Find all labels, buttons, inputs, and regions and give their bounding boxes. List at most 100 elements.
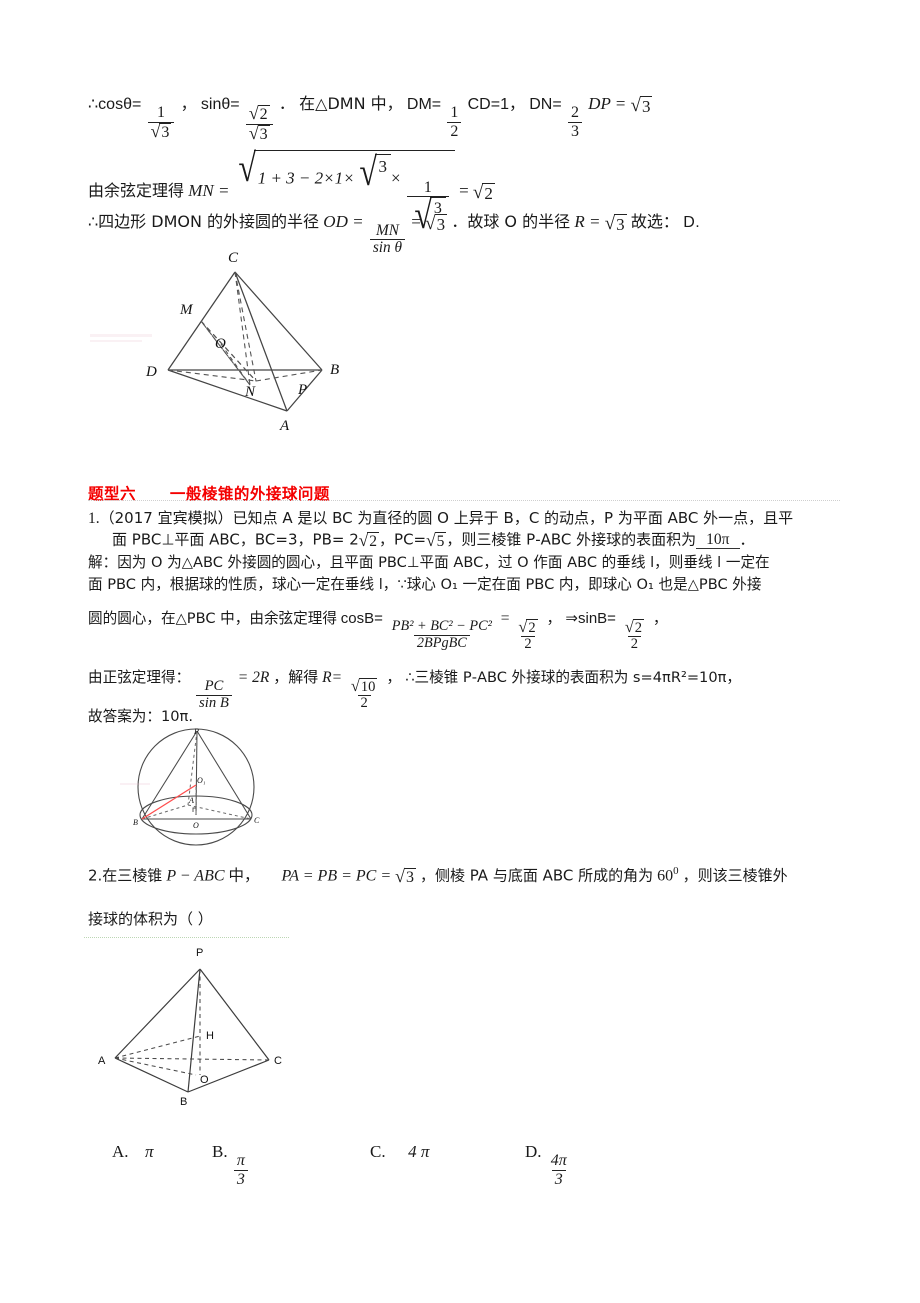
r-label: R = [574,212,601,231]
fraction-sqrt10-over-2: √ 10 2 [350,676,378,712]
fraction-sqrt2-over-2-b: √ 2 2 [624,617,645,653]
problem1-solution-line2: 面 PBC 内，根据球的性质，球心一定在垂线 l，∵球心 O₁ 一定在面 PBC… [88,577,761,593]
sqrt-3-dn: √ 3 [630,94,653,116]
fraction-sqrt2-over-2-a: √ 2 2 [518,617,538,653]
option-A-key: A. [112,1142,129,1161]
mn-label: MN = [188,180,230,200]
cosine-rule-lead: 圆的圆心，在△PBC 中，由余弦定理得 [88,610,337,627]
fraction-cosB: PB² + BC² − PC² 2BPgBC [391,618,492,651]
problem2-question-text: 接球的体积为（ ） [88,910,213,928]
pabc-label-B: B [180,1096,187,1108]
sqrt-5-pc: √ 5 [426,531,447,550]
sphere-label-C: C [254,816,260,825]
eq-cosB: = [500,610,510,627]
option-A-value: π [145,1142,154,1161]
option-D-fraction: 4π 3 [550,1152,567,1188]
sinB-label: ⇒sinB= [565,610,616,627]
sin-theta-lead: sinθ= [200,96,240,113]
problem1-stem-c: ，PC= [379,530,427,549]
sphere-label-P: P [193,727,199,736]
sphere-label-O1: O₁ [197,776,206,785]
problem1-stem-line1: 1.（2017 宜宾模拟）已知点 A 是以 BC 为直径的圆 O 上异于 B，C… [88,511,793,527]
figure-tetrahedron-dmon: C M O D B N P A [60,248,390,440]
problem2-angle-text: ，侧棱 PA 与底面 ABC 所成的角为 [419,866,654,885]
problem1-number: 1. [88,510,100,527]
dm-label: DM= [406,96,442,113]
fraction-2-over-3: 2 3 [567,104,582,140]
problem1-stem-end: ． [739,530,755,549]
vertex-label-B: B [330,362,339,378]
fraction-1-over-sqrt3: 1 √ 3 [147,104,175,142]
cosB-label: cosB= [340,610,383,627]
R-label: R= [322,669,343,686]
problem1-stem-line2: 面 PBC⊥平面 ABC，BC=3，PB= 2 √ 2 ，PC= √ 5 ，则三棱锥 P‑A… [112,530,755,550]
fraction-sqrt2-over-sqrt3: √ 2 √ 3 [245,104,273,144]
problem1-solution-line5: 故答案为：10π. [88,708,193,725]
answer-d: D. [683,214,701,231]
figure-sphere-circumscribed: P O₁ A B O C [96,727,306,849]
vertex-label-O: O [215,336,226,352]
final-answer-text: 故答案为：10π. [88,708,193,725]
pabc-label-A: A [98,1055,106,1067]
dn-tail: DP = [588,94,627,113]
problem1-solution-line1: 解：因为 O 为△ABC 外接圆的圆心，且平面 PBC⊥平面 ABC，过 O 作… [88,555,770,571]
fraction-1-over-2: 1 2 [447,104,462,140]
sep-cosB: ， [546,609,562,627]
problem2-line1: 2.在三棱锥 P − ABC 中， PA = PB = PC = √ 3 ，侧棱 … [88,866,788,887]
pabc-label-O: O [200,1074,209,1086]
sep-solve: ，解得 [273,668,319,686]
quadrilateral-dmon-lead: ∴四边形 DMON 的外接圆的半径 [88,212,320,231]
option-B-key: B. [212,1142,228,1161]
sqrt-2-pb: √ 2 [358,531,380,550]
angle-value: 60 [657,867,674,885]
vertex-label-D: D [145,364,157,380]
sine-rule-lead: 由正弦定理得： [88,669,191,686]
problem2-sep-1: 中， [228,866,260,885]
in-triangle-dmn: 在△DMN 中， [299,94,403,113]
eq-2R: = 2R [237,669,270,686]
problem1-solution-line4: 由正弦定理得： PC sin B = 2R ，解得 R= √ 10 2 ， ∴三棱… [88,670,741,712]
sphere-radius-lead: ．故球 O 的半径 [451,212,571,231]
pabc-label-H: H [206,1030,214,1042]
sqrt-3-pa: √ 3 [395,865,416,886]
dm-tail: CD=1， [467,96,525,113]
problem1-source: （2017 宜宾模拟） [99,509,233,527]
problem2-line2: 接球的体积为（ ） [88,912,213,928]
radius-highlight-line [141,784,197,820]
option-C-value: 4 π [408,1142,430,1161]
vertex-label-A: A [279,418,290,434]
sqrt-3-r: √ 3 [604,212,627,234]
eq-sign-od: = [411,212,421,231]
sphere-label-B: B [133,818,138,827]
degree-superscript: 0 [673,865,679,877]
choose-lead: 故选： [630,212,679,231]
problem1-answer-blank: 10π [696,531,740,550]
problem1-stem-a: 已知点 A 是以 BC 为直径的圆 O 上异于 B，C 的动点，P 为平面 AB… [232,509,794,527]
period-mark: ． [278,94,295,113]
problem2-tail: ，则该三棱锥外 [682,866,788,885]
pabc-label: P − ABC [166,867,225,885]
option-A[interactable]: A. π [112,1142,154,1162]
vertex-label-P: P [297,382,307,398]
solution-line-1: ∴cosθ= 1 √ 3 ， sinθ= √ 2 √ 3 ． 在△DMN 中， DM=… [88,94,653,144]
option-B[interactable]: B. π 3 [212,1142,250,1188]
option-B-fraction: π 3 [233,1152,248,1188]
option-D[interactable]: D. 4π 3 [525,1142,572,1188]
problem1-stem-d: ，则三棱锥 P‑ABC 外接球的表面积为 [446,530,697,549]
problem1-solution-line3: 圆的圆心，在△PBC 中，由余弦定理得 cosB= PB² + BC² − PC… [88,611,668,653]
law-of-cosines-lead: 由余弦定理得 [88,180,185,200]
option-D-key: D. [525,1142,542,1161]
od-label: OD = [323,212,364,231]
vertex-label-C: C [228,250,239,266]
fraction-pc-over-sinB: PC sin B [196,678,232,712]
pa-pb-pc-label: PA = PB = PC = [281,867,392,885]
surface-area-result: ∴三棱锥 P‑ABC 外接球的表面积为 s=4πR²=10π， [405,669,742,686]
vertex-label-N: N [244,384,256,400]
dn-label: DN= [529,96,562,113]
figure-tetrahedron-pabc: P H A C O B [84,940,414,1110]
sqrt-3-od: √ 3 [425,212,448,234]
radicand-head: 1 + 3 − 2×1× [257,168,355,188]
option-C[interactable]: C. 4 π [370,1142,429,1162]
cos-theta-lead: ∴cosθ= [88,96,142,113]
sep-after-R: ， [386,668,402,686]
